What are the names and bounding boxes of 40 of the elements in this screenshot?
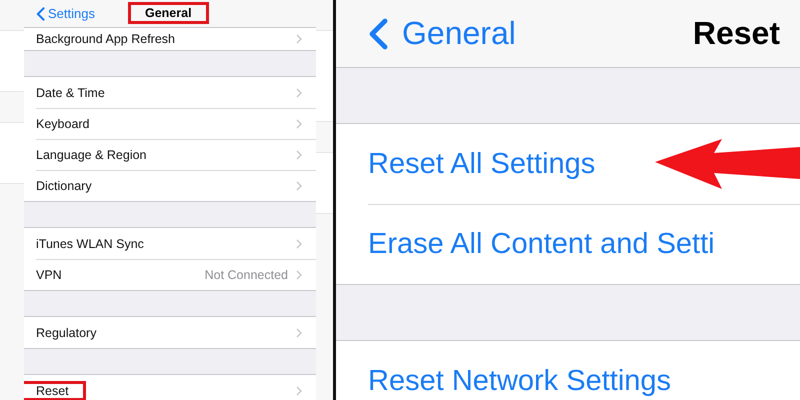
row-label: Regulatory	[36, 326, 96, 340]
chevron-icon	[296, 386, 302, 396]
row-label: Date & Time	[36, 86, 105, 100]
back-icon	[368, 18, 388, 50]
settings-row[interactable]: VPN Not Connected	[24, 259, 316, 290]
row-label: iTunes WLAN Sync	[36, 236, 144, 250]
row-label: Reset Network Settings	[368, 364, 672, 398]
row-label: Dictionary	[36, 178, 92, 192]
settings-row[interactable]: Reset	[24, 375, 316, 400]
chevron-icon	[296, 88, 302, 98]
settings-row[interactable]: iTunes WLAN Sync	[24, 228, 316, 259]
chevron-icon	[296, 180, 302, 190]
settings-row[interactable]: Reset Network Settings	[336, 341, 800, 400]
settings-row[interactable]: Language & Region	[24, 139, 316, 170]
back-button[interactable]: General	[336, 15, 516, 52]
back-button[interactable]: Settings	[24, 6, 95, 21]
screen-title: General	[128, 2, 209, 24]
settings-row[interactable]: Erase All Content and Setti	[336, 204, 800, 284]
screen-title: Reset	[692, 15, 780, 52]
back-icon	[36, 6, 45, 20]
row-label: Language & Region	[36, 148, 147, 162]
settings-row[interactable]: Keyboard	[24, 108, 316, 139]
settings-row[interactable]: Background App Refresh	[24, 28, 316, 50]
row-label: Reset	[24, 380, 86, 400]
chevron-icon	[296, 150, 302, 160]
row-label: Keyboard	[36, 116, 90, 130]
settings-row[interactable]: Date & Time	[24, 77, 316, 108]
row-label: Background App Refresh	[36, 32, 175, 46]
row-label: VPN	[36, 268, 62, 282]
chevron-icon	[296, 34, 302, 44]
chevron-icon	[296, 118, 302, 128]
settings-row[interactable]: Reset All Settings	[336, 124, 800, 204]
chevron-icon	[296, 270, 302, 280]
chevron-icon	[296, 238, 302, 248]
row-label: Reset All Settings	[368, 148, 596, 180]
row-label: Erase All Content and Setti	[368, 228, 715, 260]
row-detail: Not Connected	[204, 268, 288, 282]
settings-row[interactable]: Regulatory	[24, 317, 316, 348]
chevron-icon	[296, 328, 302, 338]
settings-row[interactable]: Dictionary	[24, 170, 316, 201]
